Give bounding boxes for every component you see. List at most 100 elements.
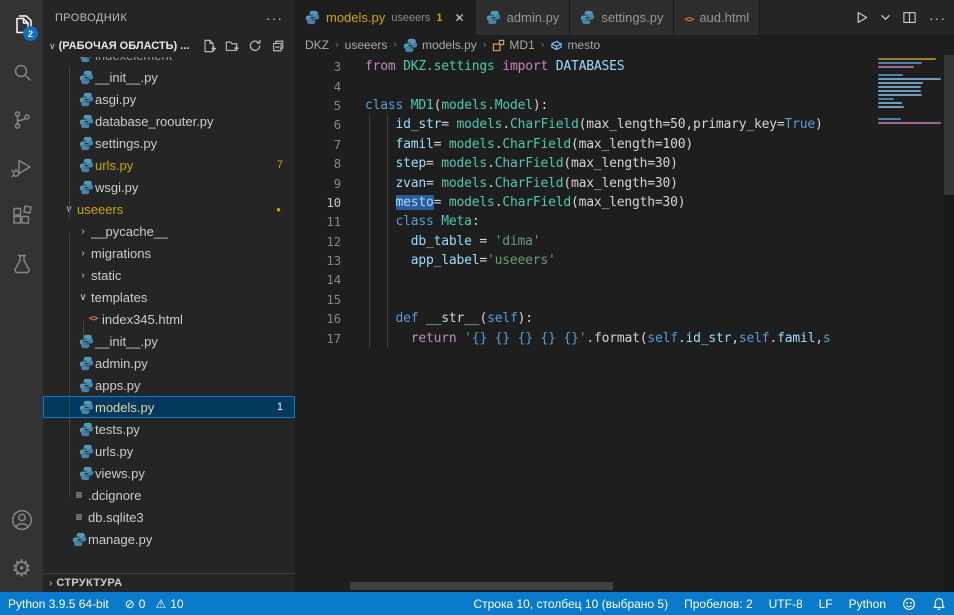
tree-file-apps-py[interactable]: apps.py <box>43 374 295 396</box>
tree-file-index345-html[interactable]: <>index345.html <box>43 308 295 330</box>
python-icon <box>77 158 95 173</box>
chevron-down-icon: ∨ <box>75 292 91 303</box>
tree-file-urls-py[interactable]: urls.py <box>43 440 295 462</box>
tree-file-asgi-py[interactable]: asgi.py <box>43 88 295 110</box>
warning-count: 10 <box>170 597 183 611</box>
tab-directory-hint: useeers <box>391 12 430 24</box>
horizontal-scrollbar[interactable] <box>350 582 613 590</box>
outline-section-header[interactable]: › СТРУКТУРА <box>43 573 295 592</box>
breadcrumb-label: mesto <box>567 38 600 52</box>
tree-file-tests-py[interactable]: tests.py <box>43 418 295 440</box>
activity-extensions-button[interactable] <box>0 192 43 240</box>
status-eol[interactable]: LF <box>811 592 841 615</box>
tab-models-py[interactable]: models.pyuseeers1✕ <box>295 0 476 35</box>
activity-run-debug-button[interactable] <box>0 144 43 192</box>
line-number: 6 <box>295 117 341 132</box>
breadcrumb-item-md1[interactable]: MD1 <box>492 38 534 52</box>
activity-source-control-button[interactable] <box>0 96 43 144</box>
python-icon <box>77 136 95 151</box>
tree-file--init-py[interactable]: __init__.py <box>43 66 295 88</box>
status-language-mode[interactable]: Python <box>841 592 894 615</box>
feedback-icon <box>902 597 916 611</box>
python-icon <box>403 38 418 53</box>
chevron-right-icon: › <box>483 39 487 51</box>
code-line: 9 zvan= models.CharField(max_length=30) <box>295 173 954 192</box>
tree-folder-static[interactable]: ›static <box>43 264 295 286</box>
vertical-scrollbar[interactable] <box>944 55 954 195</box>
status-feedback[interactable] <box>894 592 924 615</box>
status-problems[interactable]: ⊘0⚠10 <box>117 592 192 615</box>
tree-file--dcignore[interactable]: ≡.dcignore <box>43 484 295 506</box>
status-python-version[interactable]: Python 3.9.5 64-bit <box>0 592 117 615</box>
code-editor[interactable]: 3from DKZ.settings import DATABASES45cla… <box>295 55 954 592</box>
tree-file-views-py[interactable]: views.py <box>43 462 295 484</box>
minimap-line <box>878 94 922 96</box>
tree-file-admin-py[interactable]: admin.py <box>43 352 295 374</box>
tree-file--init-py[interactable]: __init__.py <box>43 330 295 352</box>
tree-folder-useeers[interactable]: ∨useeers● <box>43 198 295 220</box>
run-debug-icon <box>10 156 34 180</box>
activity-search-button[interactable] <box>0 48 43 96</box>
tree-file-urls-py[interactable]: urls.py7 <box>43 154 295 176</box>
tab-admin-py[interactable]: admin.py <box>476 0 571 35</box>
breadcrumb-item-mesto[interactable]: mesto <box>550 38 600 52</box>
tree-file-models-py[interactable]: models.py1 <box>43 396 295 418</box>
code-lines: 3from DKZ.settings import DATABASES45cla… <box>295 55 954 348</box>
line-number: 13 <box>295 253 341 268</box>
refresh-icon[interactable] <box>248 39 262 53</box>
collapse-all-icon[interactable] <box>271 39 285 53</box>
code-line: 7 famil= models.CharField(max_length=100… <box>295 135 954 154</box>
tree-file-manage-py[interactable]: manage.py <box>43 528 295 550</box>
breadcrumb-item-models-py[interactable]: models.py <box>403 38 477 53</box>
activity-bar: 2⚙ <box>0 0 43 592</box>
split-editor-icon[interactable] <box>902 10 917 25</box>
tree-file-indexelement[interactable]: indexelement <box>43 57 295 66</box>
status-indentation[interactable]: Пробелов: 2 <box>676 592 761 615</box>
run-icon[interactable] <box>854 10 869 25</box>
new-folder-icon[interactable] <box>225 39 239 53</box>
vscode-window: 2⚙ ПРОВОДНИК ··· ∨ (РАБОЧАЯ ОБЛАСТЬ) ...… <box>0 0 954 615</box>
more-actions-button[interactable]: ··· <box>929 10 946 26</box>
indent-guide <box>369 115 370 348</box>
python-icon <box>77 114 95 129</box>
activity-settings-button[interactable]: ⚙ <box>0 544 43 592</box>
tree-item-label: apps.py <box>95 378 141 393</box>
activity-account-button[interactable] <box>0 496 43 544</box>
workspace-section-header[interactable]: ∨ (РАБОЧАЯ ОБЛАСТЬ) ... <box>43 35 295 57</box>
run-dropdown-icon[interactable] <box>881 13 890 22</box>
tree-indent-guide <box>69 233 70 497</box>
status-encoding[interactable]: UTF-8 <box>761 592 811 615</box>
tree-folder-migrations[interactable]: ›migrations <box>43 242 295 264</box>
line-number: 9 <box>295 176 341 191</box>
tree-item-label: tests.py <box>95 422 140 437</box>
code-line: 13 app_label='useeers' <box>295 251 954 270</box>
breadcrumb-item-useeers[interactable]: useeers <box>345 38 388 52</box>
tab-aud-html[interactable]: <>aud.html <box>674 0 760 35</box>
minimap[interactable] <box>876 55 944 592</box>
activity-explorer-button[interactable]: 2 <box>0 0 43 48</box>
close-icon[interactable]: ✕ <box>455 11 465 25</box>
breadcrumb-item-dkz[interactable]: DKZ <box>305 38 329 52</box>
tree-folder-templates[interactable]: ∨templates <box>43 286 295 308</box>
status-label: UTF-8 <box>769 597 803 611</box>
new-file-icon[interactable] <box>202 39 216 53</box>
code-line-text: return '{} {} {} {} {}'.format(self.id_s… <box>365 331 831 346</box>
tree-file-settings-py[interactable]: settings.py <box>43 132 295 154</box>
status-notifications[interactable] <box>924 592 954 615</box>
explorer-more-actions-icon[interactable]: ··· <box>266 10 283 26</box>
tree-file-database-roouter-py[interactable]: database_roouter.py <box>43 110 295 132</box>
python-icon <box>77 422 95 437</box>
status-cursor-position[interactable]: Строка 10, столбец 10 (выбрано 5) <box>465 592 676 615</box>
bell-icon <box>932 597 946 611</box>
chevron-right-icon: › <box>393 39 397 51</box>
indent-guide <box>387 115 388 348</box>
activity-testing-button[interactable] <box>0 240 43 288</box>
tree-file-wsgi-py[interactable]: wsgi.py <box>43 176 295 198</box>
line-number: 10 <box>295 195 341 210</box>
python-icon <box>70 532 88 547</box>
tab-settings-py[interactable]: settings.py <box>570 0 674 35</box>
tree-file-db-sqlite3[interactable]: ≡db.sqlite3 <box>43 506 295 528</box>
chevron-right-icon: › <box>75 270 91 281</box>
html-icon: <> <box>684 10 693 25</box>
tree-folder--pycache-[interactable]: ›__pycache__ <box>43 220 295 242</box>
